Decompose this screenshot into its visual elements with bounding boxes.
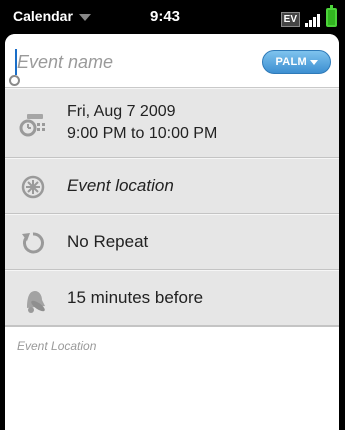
signal-strength-icon	[305, 12, 321, 27]
event-notes-area	[5, 326, 339, 430]
bell-icon	[18, 284, 48, 314]
cursor-handle[interactable]	[9, 75, 20, 86]
app-menu[interactable]: Calendar	[13, 8, 91, 24]
event-editor-card: PALM Fri, Aug 7 2009 9:00 PM to 10:00 PM	[5, 34, 339, 430]
event-alarm-row[interactable]: 15 minutes before	[5, 270, 339, 326]
event-repeat-label: No Repeat	[67, 232, 149, 251]
status-clock: 9:43	[150, 8, 181, 25]
clock-calendar-icon	[18, 110, 48, 140]
chevron-down-icon	[78, 13, 91, 21]
location-compass-icon	[18, 172, 48, 202]
network-type-badge: EV	[280, 12, 300, 27]
event-time-range: 9:00 PM to 10:00 PM	[67, 125, 218, 142]
event-repeat-row[interactable]: No Repeat	[5, 214, 339, 270]
event-name-input[interactable]	[17, 50, 257, 74]
battery-icon	[326, 5, 337, 27]
calendar-selector-label: PALM	[275, 56, 307, 68]
status-bar: Calendar 9:43 EV	[0, 0, 345, 34]
event-name-row: PALM	[5, 34, 339, 88]
calendar-selector-button[interactable]: PALM	[262, 50, 331, 74]
event-date: Fri, Aug 7 2009	[67, 103, 176, 120]
status-icons[interactable]: EV	[280, 5, 337, 27]
event-location-label: Event location	[67, 176, 174, 195]
chevron-down-icon	[310, 59, 318, 65]
event-alarm-label: 15 minutes before	[67, 288, 204, 307]
repeat-arrow-icon	[18, 228, 48, 258]
event-notes-input[interactable]	[17, 339, 327, 424]
event-time-row[interactable]: Fri, Aug 7 2009 9:00 PM to 10:00 PM	[5, 88, 339, 158]
event-location-row[interactable]: Event location	[5, 158, 339, 214]
app-name: Calendar	[13, 8, 73, 24]
text-cursor	[15, 49, 17, 75]
